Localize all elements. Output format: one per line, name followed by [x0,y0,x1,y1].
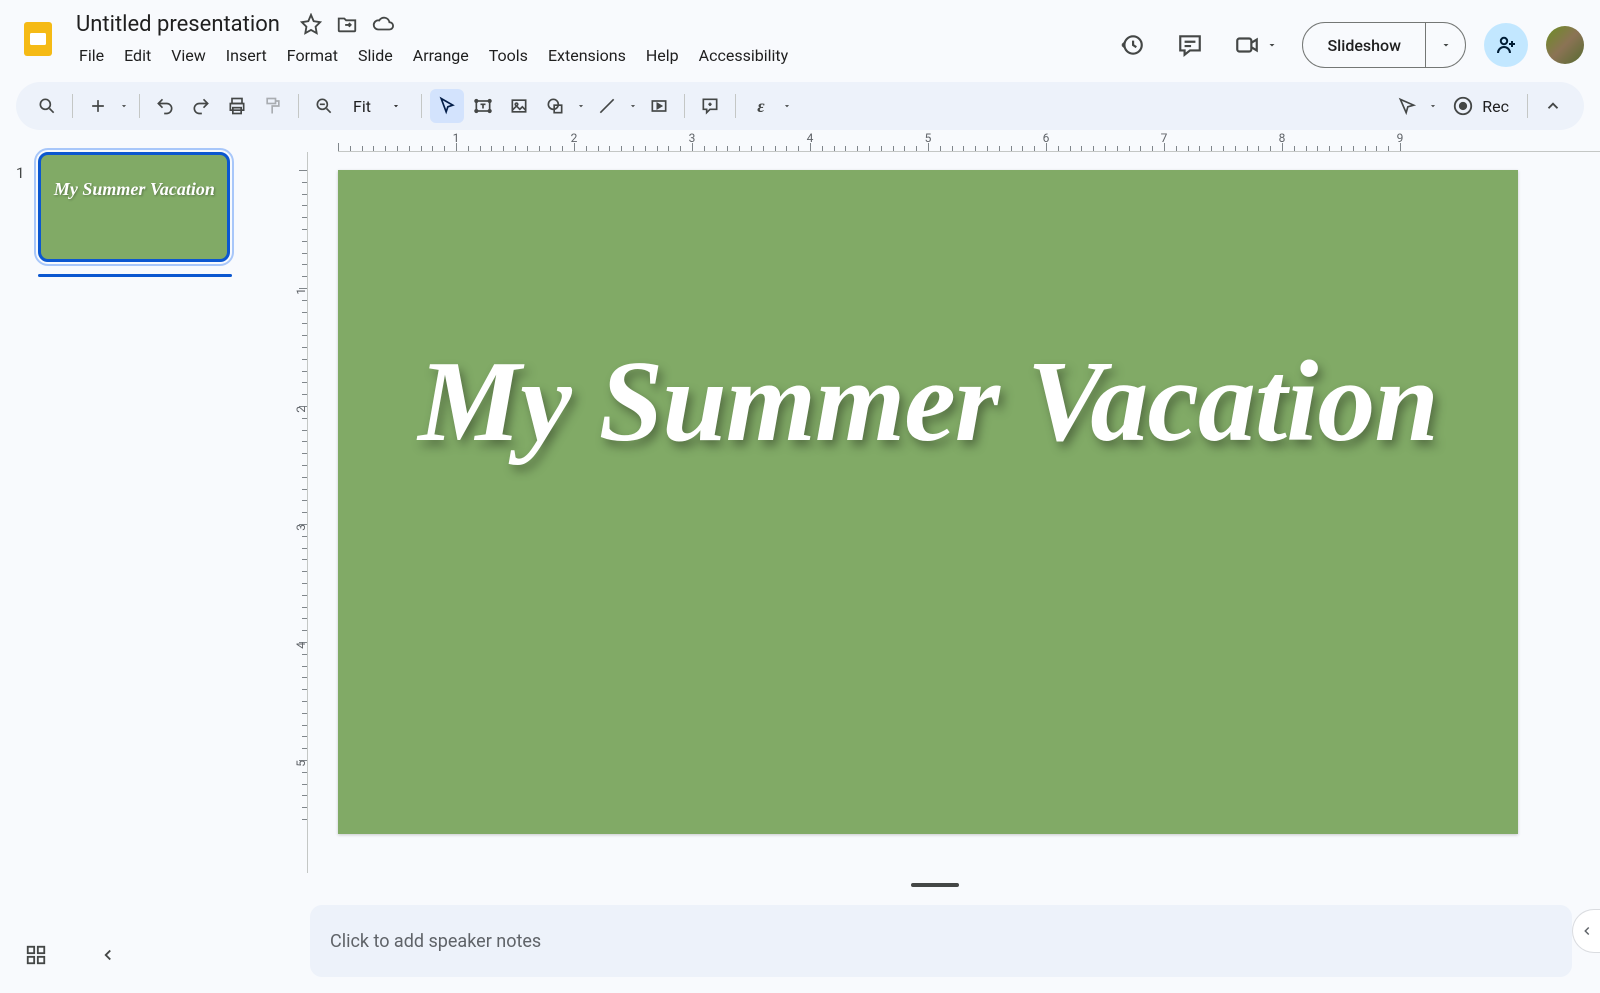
zoom-select[interactable]: Fit [343,91,413,121]
document-title[interactable]: Untitled presentation [70,10,286,39]
filmstrip: 1 My Summer Vacation [0,132,270,993]
menu-accessibility[interactable]: Accessibility [690,42,798,69]
script-tool[interactable]: ε [744,89,778,123]
new-slide-dropdown[interactable] [117,89,131,123]
ruler-vertical[interactable]: 12345 [288,152,308,873]
script-dropdown[interactable] [780,89,794,123]
slides-logo[interactable] [16,10,60,68]
slide-canvas[interactable]: My Summer Vacation [338,170,1518,834]
line-tool[interactable] [590,89,624,123]
shape-dropdown[interactable] [574,89,588,123]
menu-help[interactable]: Help [637,42,688,69]
slideshow-label[interactable]: Slideshow [1303,23,1425,67]
new-slide-button[interactable] [81,89,115,123]
canvas-area: 123456789 12345 My Summer Vacation Click… [270,132,1600,993]
thumb-title: My Summer Vacation [54,179,215,200]
comments-icon[interactable] [1170,25,1210,65]
zoom-value: Fit [353,97,371,116]
ruler-horizontal[interactable]: 123456789 [308,132,1600,152]
comment-tool[interactable] [693,89,727,123]
video-tool[interactable] [642,89,676,123]
menu-bar: File Edit View Insert Format Slide Arran… [70,42,797,69]
pointer-dropdown[interactable] [1426,89,1440,123]
version-history-icon[interactable] [1112,25,1152,65]
slide-title-text[interactable]: My Summer Vacation [418,336,1438,469]
zoom-out-icon[interactable] [307,89,341,123]
menu-extensions[interactable]: Extensions [539,42,635,69]
notes-resize-handle[interactable] [911,883,959,887]
explore-button[interactable] [16,935,56,975]
undo-button[interactable] [148,89,182,123]
slideshow-dropdown[interactable] [1425,23,1465,67]
pointer-tool[interactable] [1390,89,1424,123]
shape-tool[interactable] [538,89,572,123]
menu-slide[interactable]: Slide [349,42,402,69]
paint-format-button[interactable] [256,89,290,123]
redo-button[interactable] [184,89,218,123]
slide-number: 1 [16,164,24,182]
speaker-notes[interactable]: Click to add speaker notes [310,905,1572,977]
record-label: Rec [1482,97,1509,116]
select-tool[interactable] [430,89,464,123]
print-button[interactable] [220,89,254,123]
record-button[interactable]: Rec [1442,89,1519,123]
chevron-down-icon [1266,39,1278,51]
line-dropdown[interactable] [626,89,640,123]
search-menus-button[interactable] [30,89,64,123]
meet-button[interactable] [1228,32,1284,58]
side-panel-toggle[interactable] [1572,909,1600,953]
move-icon[interactable] [336,13,358,35]
hide-filmstrip-button[interactable] [88,935,128,975]
menu-arrange[interactable]: Arrange [404,42,478,69]
slide-thumbnail-1[interactable]: My Summer Vacation [38,152,232,277]
toolbar: Fit ε [16,82,1584,130]
menu-insert[interactable]: Insert [217,42,276,69]
chevron-down-icon [1440,39,1452,51]
menu-edit[interactable]: Edit [115,42,160,69]
image-tool[interactable] [502,89,536,123]
chevron-down-icon [391,101,401,111]
share-button[interactable] [1484,23,1528,67]
menu-file[interactable]: File [70,42,113,69]
menu-tools[interactable]: Tools [480,42,537,69]
cloud-status-icon[interactable] [372,13,394,35]
star-icon[interactable] [300,13,322,35]
account-avatar[interactable] [1546,26,1584,64]
slideshow-button[interactable]: Slideshow [1302,22,1466,68]
speaker-notes-placeholder: Click to add speaker notes [330,931,541,952]
menu-view[interactable]: View [162,42,215,69]
textbox-tool[interactable] [466,89,500,123]
menu-format[interactable]: Format [278,42,347,69]
collapse-toolbar-button[interactable] [1536,89,1570,123]
